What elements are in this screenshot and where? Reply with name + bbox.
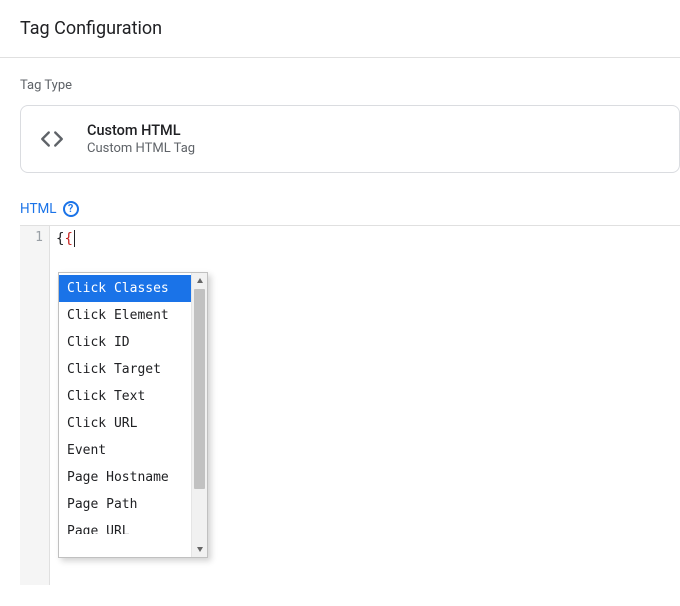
text-caret bbox=[74, 230, 75, 247]
line-number: 1 bbox=[20, 230, 43, 245]
autocomplete-item[interactable]: Page Hostname bbox=[59, 464, 191, 491]
autocomplete-item[interactable]: Click Classes bbox=[59, 275, 191, 302]
autocomplete-item[interactable]: Event bbox=[59, 437, 191, 464]
tag-type-subtitle: Custom HTML Tag bbox=[87, 141, 195, 156]
autocomplete-item[interactable]: Page Path bbox=[59, 491, 191, 518]
scrollbar[interactable] bbox=[191, 273, 207, 557]
autocomplete-item[interactable]: Click Target bbox=[59, 356, 191, 383]
html-field-label: HTML bbox=[20, 201, 57, 217]
code-text-unmatched: { bbox=[64, 231, 72, 247]
line-gutter: 1 bbox=[20, 226, 50, 585]
scroll-up-button[interactable] bbox=[192, 273, 207, 289]
code-brackets-icon bbox=[39, 126, 65, 152]
autocomplete-list[interactable]: Click Classes Click Element Click ID Cli… bbox=[59, 273, 191, 557]
autocomplete-item[interactable]: Click URL bbox=[59, 410, 191, 437]
autocomplete-item[interactable]: Click Text bbox=[59, 383, 191, 410]
autocomplete-item[interactable]: Click Element bbox=[59, 302, 191, 329]
tag-type-title: Custom HTML bbox=[87, 122, 195, 139]
tag-type-card[interactable]: Custom HTML Custom HTML Tag bbox=[20, 105, 680, 173]
help-icon[interactable]: ? bbox=[63, 201, 79, 217]
autocomplete-item[interactable]: Page URL bbox=[59, 518, 191, 534]
autocomplete-popup[interactable]: Click Classes Click Element Click ID Cli… bbox=[58, 272, 208, 558]
autocomplete-item[interactable]: Click ID bbox=[59, 329, 191, 356]
scrollbar-thumb[interactable] bbox=[194, 289, 205, 489]
page-title: Tag Configuration bbox=[0, 0, 680, 57]
scroll-down-button[interactable] bbox=[192, 541, 207, 557]
scrollbar-track[interactable] bbox=[192, 289, 207, 541]
tag-type-label: Tag Type bbox=[0, 58, 680, 105]
tag-type-text: Custom HTML Custom HTML Tag bbox=[87, 122, 195, 156]
